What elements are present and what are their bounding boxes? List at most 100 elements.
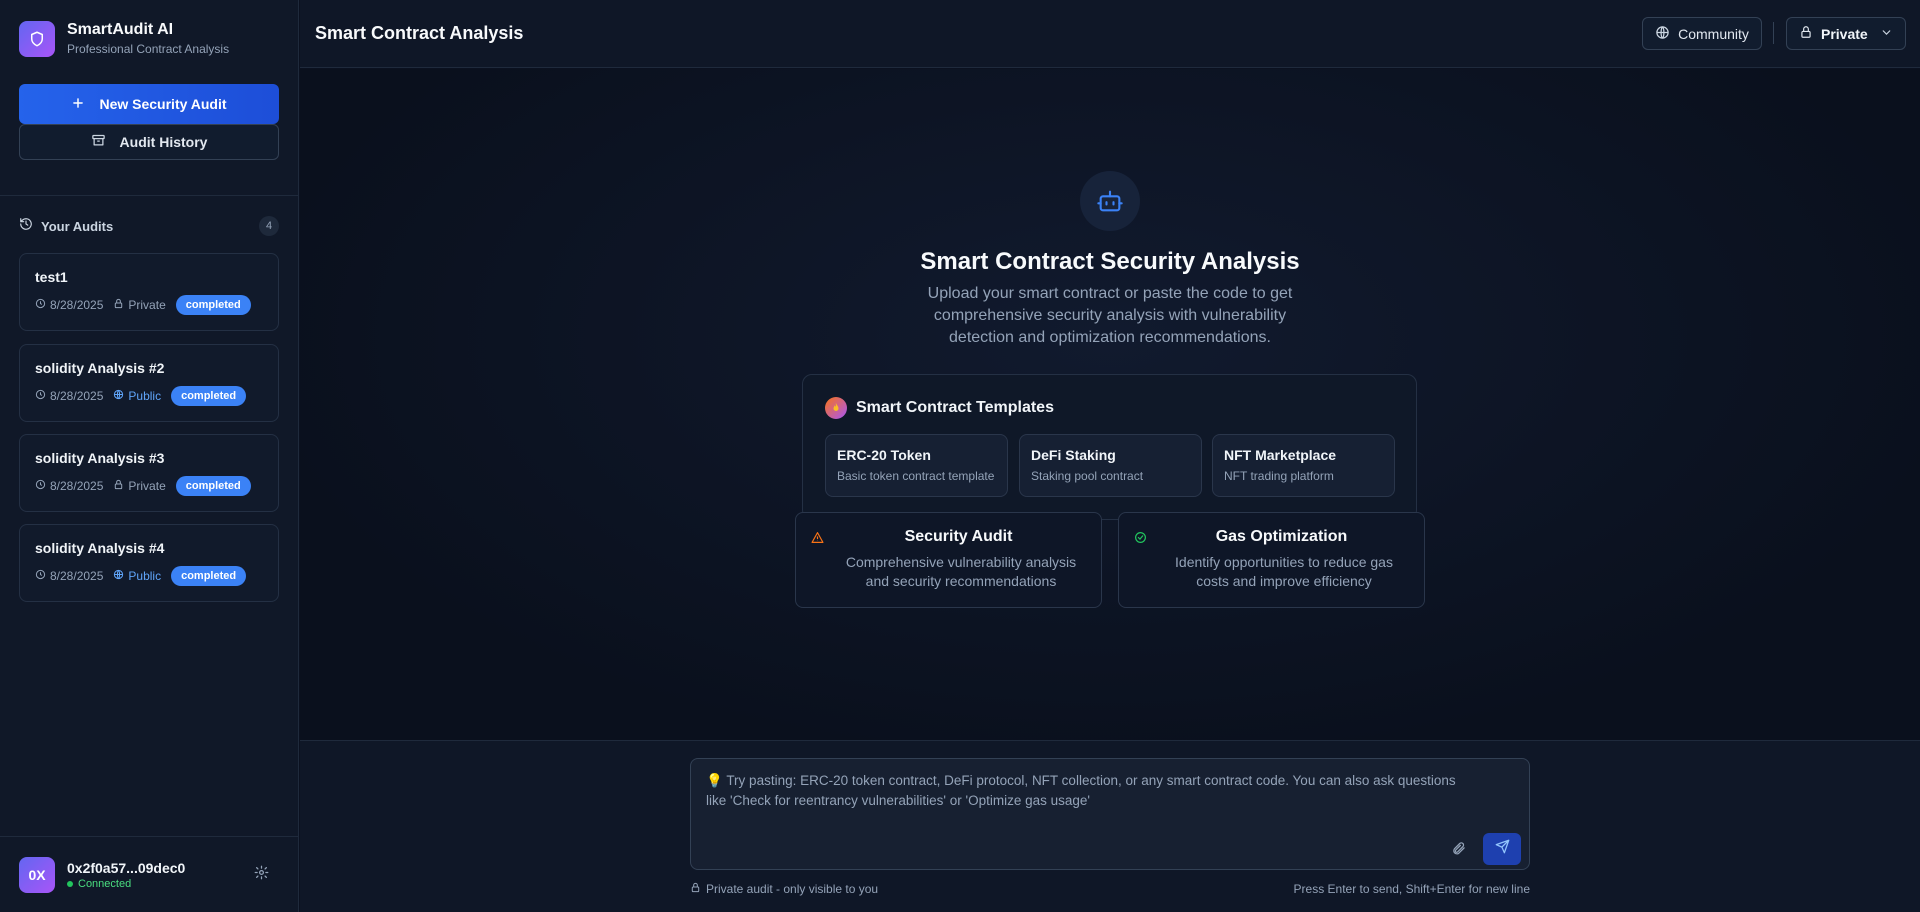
chevron-down-icon (1880, 26, 1893, 42)
settings-icon[interactable] (254, 865, 269, 885)
audit-card[interactable]: solidity Analysis #4 8/28/2025 Public co… (19, 524, 279, 602)
clock-icon (35, 479, 46, 493)
hero-description: Upload your smart contract or paste the … (927, 285, 1293, 346)
status-dot (67, 880, 73, 887)
divider (1773, 22, 1774, 44)
paperclip-icon[interactable] (1451, 841, 1466, 861)
audit-date: 8/28/2025 (35, 569, 103, 583)
audit-date-text: 8/28/2025 (50, 389, 104, 403)
audit-date: 8/28/2025 (35, 298, 103, 312)
template-card-erc20[interactable]: ERC-20 Token Basic token contract templa… (825, 434, 1008, 497)
main-content: Smart Contract Security Analysis Upload … (300, 69, 1920, 740)
send-button[interactable] (1483, 833, 1521, 865)
send-icon (1495, 839, 1510, 859)
community-label: Community (1678, 25, 1749, 42)
brand[interactable]: SmartAudit AI Professional Contract Anal… (19, 20, 229, 57)
divider (0, 195, 299, 196)
divider (0, 836, 299, 837)
feature-description: Comprehensive vulnerability analysis and… (845, 554, 1077, 589)
template-card-nft-marketplace[interactable]: NFT Marketplace NFT trading platform (1212, 434, 1395, 497)
sidebar: SmartAudit AI Professional Contract Anal… (0, 0, 299, 912)
feature-description: Identify opportunities to reduce gas cos… (1175, 554, 1393, 589)
shield-icon (19, 20, 55, 57)
audit-date: 8/28/2025 (35, 389, 103, 403)
audits-count-badge: 4 (259, 216, 279, 236)
audit-name: solidity Analysis #3 (35, 450, 165, 466)
wallet-address: 0x2f0a57...09dec0 (67, 859, 186, 876)
new-security-audit-label: New Security Audit (99, 96, 227, 112)
message-input-placeholder: 💡 Try pasting: ERC-20 token contract, De… (706, 773, 1456, 808)
templates-header: Smart Contract Templates (825, 397, 1054, 419)
lock-icon (113, 298, 124, 312)
lock-icon (113, 479, 124, 493)
audit-visibility: Private (113, 479, 166, 493)
new-security-audit-button[interactable]: New Security Audit (19, 84, 279, 124)
status-badge: completed (175, 295, 251, 315)
status-badge: completed (171, 566, 247, 586)
audit-meta: 8/28/2025 Private completed (35, 476, 251, 496)
feature-card-security-audit[interactable]: Security Audit Comprehensive vulnerabili… (795, 512, 1102, 608)
page-title: Smart Contract Analysis (315, 23, 524, 43)
audit-meta: 8/28/2025 Public completed (35, 386, 247, 406)
top-bar: Smart Contract Analysis Community Privat… (300, 0, 1920, 68)
template-description: Basic token contract template (837, 469, 995, 483)
avatar[interactable]: 0X (19, 857, 55, 893)
audit-history-button[interactable]: Audit History (19, 124, 279, 160)
audit-visibility-text: Public (128, 389, 162, 403)
template-name: ERC-20 Token (837, 447, 931, 463)
status-badge: completed (175, 476, 251, 496)
clock-icon (35, 389, 46, 403)
clock-icon (35, 298, 46, 312)
privacy-note-text: Private audit - only visible to you (706, 882, 879, 896)
history-icon (19, 217, 33, 236)
audit-name: solidity Analysis #2 (35, 360, 165, 376)
feature-card-gas-optimization[interactable]: Gas Optimization Identify opportunities … (1118, 512, 1425, 608)
audit-date-text: 8/28/2025 (50, 569, 104, 583)
brand-subtitle: Professional Contract Analysis (67, 42, 230, 56)
lock-icon (1799, 25, 1813, 42)
feature-title: Gas Optimization (1215, 528, 1348, 545)
audit-card[interactable]: solidity Analysis #2 8/28/2025 Public co… (19, 344, 279, 422)
your-audits-header: Your Audits 4 (19, 216, 279, 236)
connection-status: Connected (67, 877, 185, 891)
composer-area: 💡 Try pasting: ERC-20 token contract, De… (300, 740, 1920, 912)
visibility-select[interactable]: Private (1786, 17, 1906, 50)
audit-date-text: 8/28/2025 (50, 479, 104, 493)
globe-icon (113, 569, 124, 583)
templates-title: Smart Contract Templates (856, 399, 1054, 416)
keyboard-hint: Press Enter to send, Shift+Enter for new… (1293, 882, 1530, 896)
bot-icon (1080, 171, 1140, 231)
privacy-note: Private audit - only visible to you (690, 882, 878, 896)
hero-title: Smart Contract Security Analysis (920, 248, 1300, 275)
audit-name: solidity Analysis #4 (35, 540, 165, 556)
message-input[interactable]: 💡 Try pasting: ERC-20 token contract, De… (690, 758, 1530, 870)
globe-icon (1655, 25, 1670, 43)
feature-title: Security Audit (904, 528, 1013, 545)
audit-card[interactable]: test1 8/28/2025 Private completed (19, 253, 279, 331)
plus-icon (71, 96, 85, 113)
template-description: NFT trading platform (1224, 469, 1334, 483)
brand-name: SmartAudit AI (67, 21, 174, 38)
audit-name: test1 (35, 269, 68, 285)
community-button[interactable]: Community (1642, 17, 1762, 50)
lock-icon (690, 882, 701, 896)
your-audits-title: Your Audits (41, 218, 114, 234)
audit-date: 8/28/2025 (35, 479, 103, 493)
flame-icon (825, 397, 847, 419)
audit-meta: 8/28/2025 Public completed (35, 566, 247, 586)
template-name: DeFi Staking (1031, 447, 1116, 463)
audit-meta: 8/28/2025 Private completed (35, 295, 251, 315)
audit-history-label: Audit History (119, 134, 208, 150)
user-panel: 0X 0x2f0a57...09dec0 Connected (19, 856, 279, 894)
template-name: NFT Marketplace (1224, 447, 1337, 463)
audit-visibility-text: Public (128, 569, 162, 583)
audit-card[interactable]: solidity Analysis #3 8/28/2025 Private c… (19, 434, 279, 512)
status-badge: completed (171, 386, 247, 406)
templates-panel: Smart Contract Templates ERC-20 Token Ba… (802, 374, 1417, 520)
audit-visibility-text: Private (128, 298, 166, 312)
connection-status-text: Connected (78, 877, 132, 890)
audit-date-text: 8/28/2025 (50, 298, 104, 312)
archive-icon (91, 133, 106, 151)
template-card-defi-staking[interactable]: DeFi Staking Staking pool contract (1019, 434, 1202, 497)
template-description: Staking pool contract (1031, 469, 1144, 483)
